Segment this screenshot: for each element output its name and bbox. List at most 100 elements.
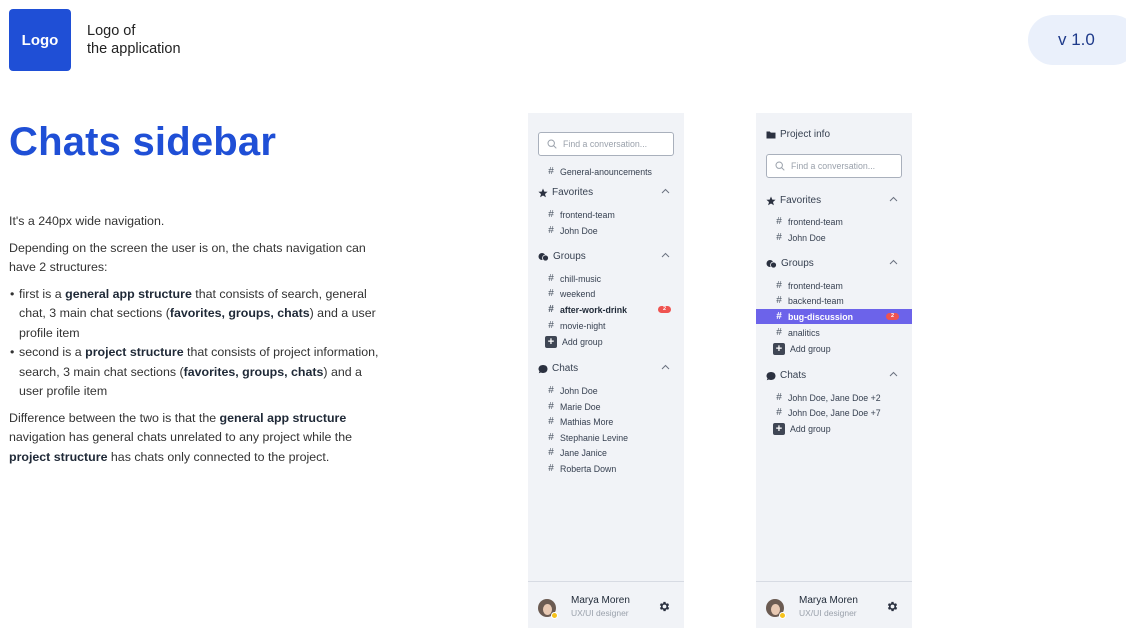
chat-item[interactable]: # Jane Janice (528, 445, 684, 460)
search-input[interactable]: Find a conversation... (766, 154, 902, 178)
groups-icon (538, 252, 549, 262)
chat-item[interactable]: # John Doe, Jane Doe +7 (756, 405, 912, 420)
section-header-groups[interactable]: Groups (528, 249, 684, 264)
plus-icon: + (773, 422, 785, 435)
favorite-item[interactable]: # frontend-team (756, 214, 912, 229)
hash-icon: # (548, 463, 554, 474)
project-info-label: Project info (780, 129, 831, 140)
hash-icon: # (776, 327, 782, 338)
desc-bold: general app structure (65, 286, 192, 301)
chat-item[interactable]: # Stephanie Levine (528, 430, 684, 445)
chevron-up-icon[interactable] (889, 370, 898, 379)
item-label: chill-music (560, 273, 602, 284)
group-item[interactable]: # analitics (756, 325, 912, 340)
add-group-button[interactable]: + Add group (756, 421, 912, 436)
page-title: Chats sidebar (9, 120, 277, 164)
hash-icon: # (548, 401, 554, 412)
hash-icon: # (548, 288, 554, 299)
user-profile-item[interactable]: Marya Moren UX/UI designer (538, 595, 678, 621)
unread-badge: 2 (658, 306, 671, 313)
item-label: weekend (560, 288, 596, 299)
desc-bold: favorites, groups, chats (183, 364, 324, 379)
chat-item[interactable]: # John Doe, Jane Doe +2 (756, 390, 912, 405)
section-header-favorites[interactable]: Favorites (528, 185, 684, 200)
add-group-button[interactable]: + Add group (528, 334, 684, 349)
chat-item[interactable]: # Marie Doe (528, 399, 684, 414)
item-label: frontend-team (560, 209, 615, 220)
section-header-groups[interactable]: Groups (756, 256, 912, 271)
group-item[interactable]: # weekend (528, 286, 684, 301)
section-header-chats[interactable]: Chats (756, 368, 912, 383)
group-item-selected[interactable]: # bug-discussion 2 (756, 309, 912, 324)
item-label: John Doe (788, 232, 826, 243)
desc-structure-general: first is a general app structure that co… (9, 285, 379, 344)
chat-bubble-icon (538, 364, 548, 374)
project-info-item[interactable]: Project info (756, 127, 912, 142)
item-label: bug-discussion (788, 311, 854, 322)
search-placeholder: Find a conversation... (791, 161, 876, 171)
user-role: UX/UI designer (571, 608, 629, 618)
desc-bold: project structure (85, 345, 184, 359)
section-title: Favorites (780, 195, 822, 206)
hash-icon: # (776, 216, 782, 227)
chevron-up-icon[interactable] (661, 187, 670, 196)
hash-icon: # (548, 225, 554, 236)
chat-item[interactable]: # John Doe (528, 383, 684, 398)
add-label: Add group (790, 343, 831, 354)
footer-divider (756, 581, 912, 582)
section-title: Chats (552, 363, 579, 374)
user-profile-item[interactable]: Marya Moren UX/UI designer (766, 595, 906, 621)
desc-bold: favorites, groups, chats (169, 306, 310, 320)
desc-text: second is a (19, 345, 86, 359)
section-title: Chats (780, 370, 807, 381)
desc-text: has chats only connected to the project. (107, 449, 330, 464)
item-label: Mathias More (560, 416, 614, 427)
chat-bubble-icon (766, 371, 776, 381)
item-label: after-work-drink (560, 304, 627, 315)
section-title: Groups (553, 251, 586, 262)
star-icon (538, 188, 548, 198)
hash-icon: # (776, 407, 782, 418)
hash-icon: # (548, 209, 554, 220)
group-item[interactable]: # chill-music (528, 271, 684, 286)
star-icon (766, 196, 776, 206)
desc-difference: Difference between the two is that the g… (9, 409, 379, 468)
group-item[interactable]: # frontend-team (756, 278, 912, 293)
section-header-favorites[interactable]: Favorites (756, 193, 912, 208)
hash-icon: # (548, 273, 554, 284)
chevron-up-icon[interactable] (661, 363, 670, 372)
favorite-item[interactable]: # John Doe (528, 223, 684, 238)
group-item[interactable]: # backend-team (756, 293, 912, 308)
item-label: Roberta Down (560, 463, 617, 474)
chevron-up-icon[interactable] (889, 195, 898, 204)
plus-icon: + (773, 342, 785, 355)
gear-icon[interactable] (658, 600, 671, 613)
item-label: John Doe, Jane Doe +2 (788, 392, 881, 403)
hash-icon: # (548, 166, 554, 177)
item-label: movie-night (560, 320, 606, 331)
hash-icon: # (776, 232, 782, 243)
chat-item[interactable]: # Roberta Down (528, 461, 684, 476)
plus-icon: + (545, 335, 557, 348)
favorite-item[interactable]: # John Doe (756, 230, 912, 245)
hash-icon: # (548, 432, 554, 443)
chevron-up-icon[interactable] (661, 251, 670, 260)
chevron-up-icon[interactable] (889, 258, 898, 267)
logo: Logo (9, 9, 71, 71)
search-input[interactable]: Find a conversation... (538, 132, 674, 156)
sidebar-project: Project info Find a conversation... Favo… (756, 113, 912, 628)
group-item[interactable]: # movie-night (528, 318, 684, 333)
group-item-unread[interactable]: # after-work-drink 2 (528, 302, 684, 317)
chat-item[interactable]: # Mathias More (528, 414, 684, 429)
favorite-item[interactable]: # frontend-team (528, 207, 684, 222)
item-label: John Doe, Jane Doe +7 (788, 407, 881, 418)
general-chat-item[interactable]: # General-anouncements (528, 164, 684, 179)
section-header-chats[interactable]: Chats (528, 361, 684, 376)
section-title: Groups (781, 258, 814, 269)
item-label: Marie Doe (560, 401, 601, 412)
gear-icon[interactable] (886, 600, 899, 613)
add-group-button[interactable]: + Add group (756, 341, 912, 356)
footer-divider (528, 581, 684, 582)
add-label: Add group (562, 336, 603, 347)
search-icon (547, 139, 557, 149)
